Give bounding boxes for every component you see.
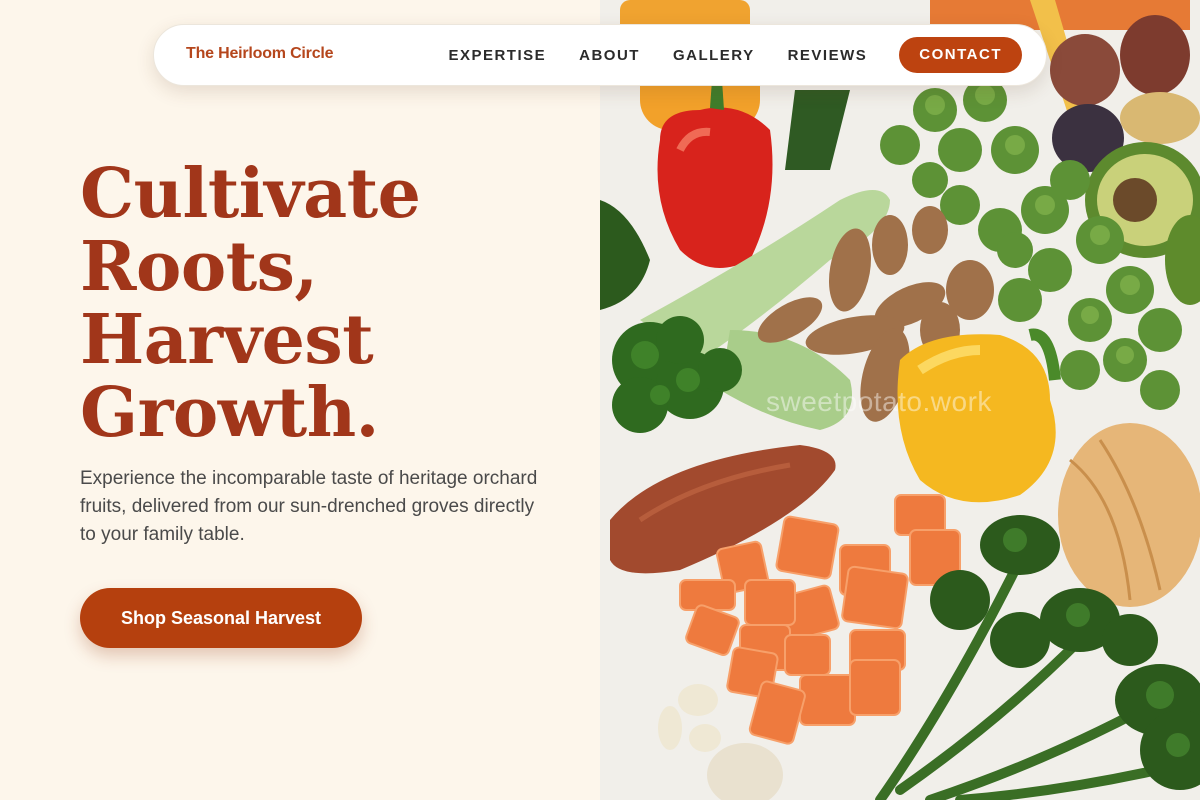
nav-link-reviews[interactable]: REVIEWS — [788, 47, 868, 64]
headline-line: Harvest — [80, 300, 374, 380]
hero-headline: Cultivate Roots, Harvest Growth. — [80, 154, 421, 453]
headline-line: Growth. — [80, 373, 379, 453]
nav-link-about[interactable]: ABOUT — [579, 47, 640, 64]
image-watermark: sweetpotato.work — [766, 386, 992, 417]
top-navbar: The Heirloom Circle EXPERTISE ABOUT GALL… — [153, 24, 1047, 86]
nav-link-gallery[interactable]: GALLERY — [673, 47, 755, 64]
headline-line: Cultivate — [80, 154, 421, 234]
contact-button[interactable]: CONTACT — [899, 37, 1022, 73]
shop-harvest-button[interactable]: Shop Seasonal Harvest — [80, 588, 362, 648]
brand-logo[interactable]: The Heirloom Circle — [186, 45, 334, 63]
nav-link-expertise[interactable]: EXPERTISE — [448, 47, 546, 64]
nav-links: EXPERTISE ABOUT GALLERY REVIEWS CONTACT — [415, 37, 1022, 73]
hero-subtext: Experience the incomparable taste of her… — [80, 468, 538, 545]
headline-line: Roots, — [80, 227, 318, 307]
